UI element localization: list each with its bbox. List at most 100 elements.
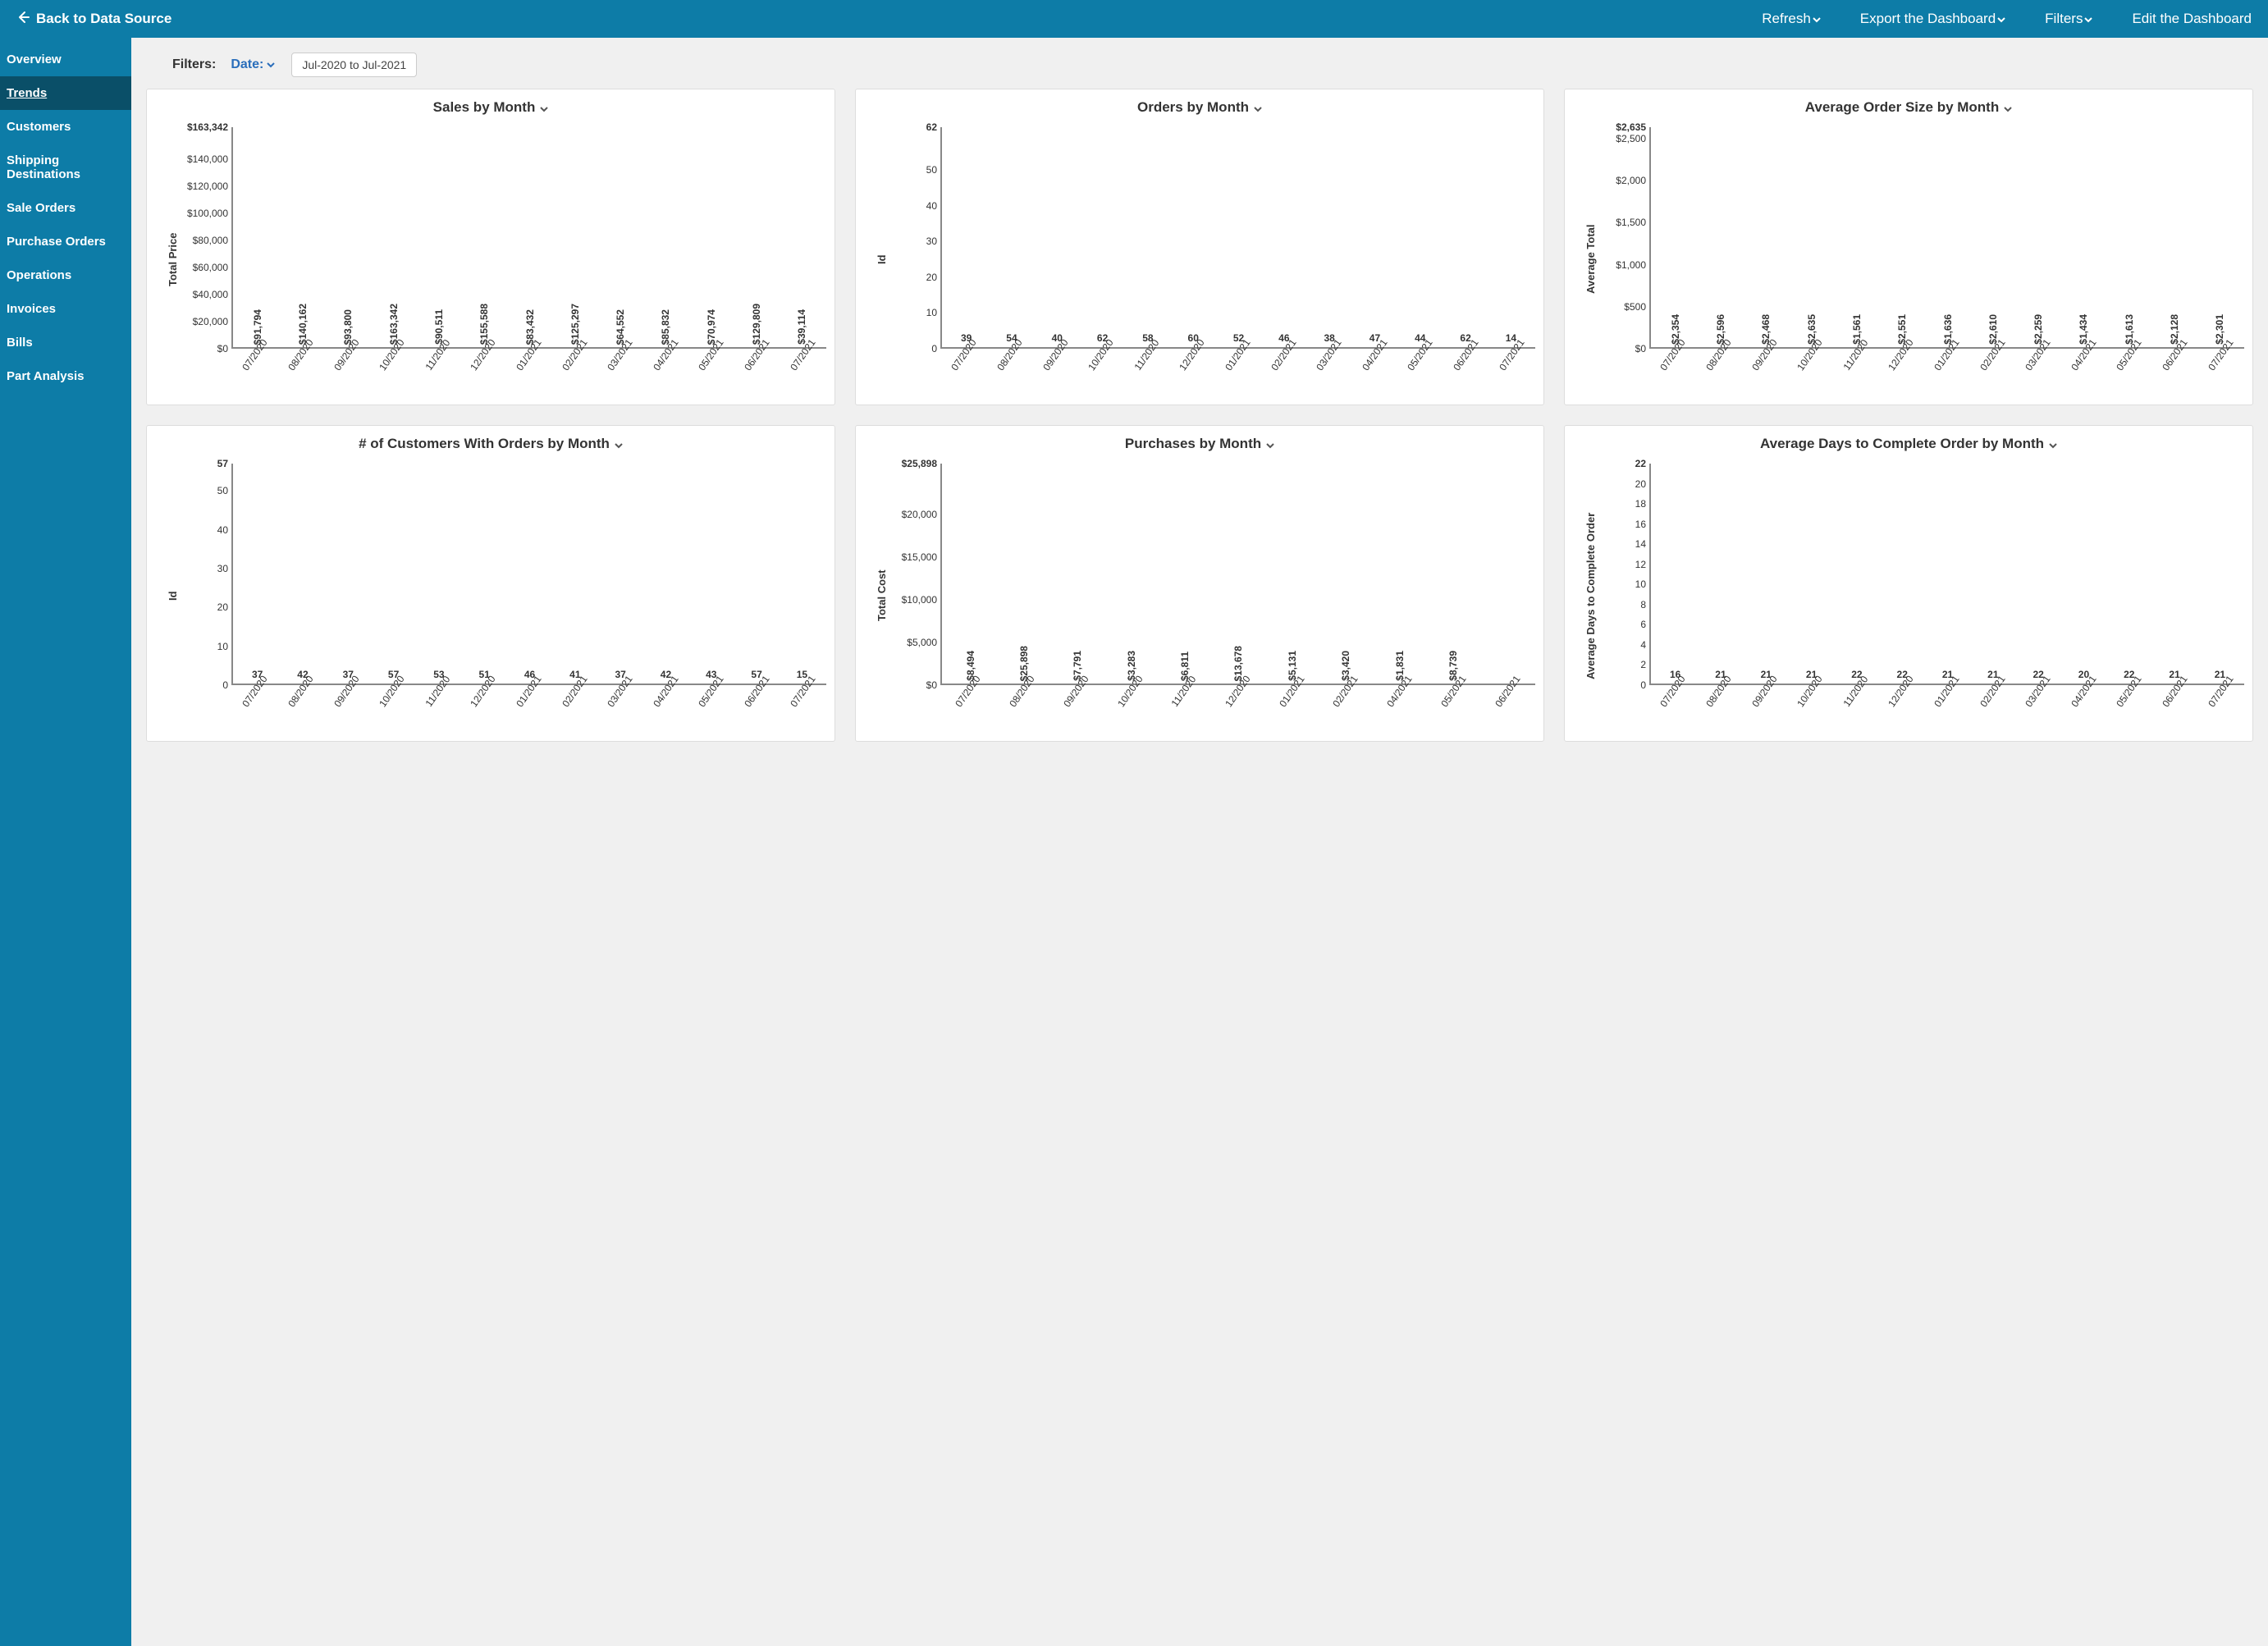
bar[interactable]: $129,809	[734, 304, 779, 347]
x-tick: 02/2021	[1341, 688, 1378, 714]
bar[interactable]: $2,610	[1970, 314, 2015, 347]
sidebar-item-purchase-orders[interactable]: Purchase Orders	[0, 225, 131, 258]
y-axis: 0102030405062	[888, 124, 940, 395]
y-tick: $2,635	[1616, 121, 1646, 133]
x-tick: 07/2020	[1668, 688, 1705, 714]
y-tick: 2	[1640, 659, 1646, 670]
x-tick: 09/2020	[341, 351, 378, 377]
sidebar-item-shipping-destinations[interactable]: Shipping Destinations	[0, 144, 131, 191]
x-tick: 07/2020	[1668, 351, 1705, 377]
chart-title-label: Purchases by Month	[1125, 436, 1261, 451]
chart-card-orders_by_month: Orders by MonthId01020304050623954406258…	[855, 89, 1544, 405]
sidebar-item-overview[interactable]: Overview	[0, 43, 131, 76]
bar[interactable]: $85,832	[643, 309, 688, 347]
chart-title[interactable]: Average Order Size by Month	[1573, 99, 2244, 116]
topbar-action-filters[interactable]: Filters	[2045, 11, 2092, 27]
topbar-action-edit-the-dashboard[interactable]: Edit the Dashboard	[2132, 11, 2252, 27]
x-tick: 09/2020	[1759, 688, 1796, 714]
bar[interactable]: $39,114	[780, 309, 825, 347]
bars: $91,794$140,162$93,800$163,342$90,511$15…	[233, 127, 826, 347]
bar[interactable]: $125,297	[552, 304, 597, 347]
back-to-data-source[interactable]: Back to Data Source	[16, 11, 171, 28]
chart-title-label: Sales by Month	[433, 99, 536, 115]
x-tick: 04/2021	[1395, 688, 1432, 714]
topbar-action-export-the-dashboard[interactable]: Export the Dashboard	[1860, 11, 2005, 27]
chart-title[interactable]: Orders by Month	[864, 99, 1535, 116]
chart-body: Id01020304050623954406258605246384744621…	[864, 124, 1535, 395]
charts-grid: Sales by MonthTotal Price$0$20,000$40,00…	[146, 89, 2253, 742]
bar[interactable]: $8,739	[1426, 651, 1479, 684]
y-tick: 40	[926, 200, 937, 212]
sidebar-item-customers[interactable]: Customers	[0, 110, 131, 144]
chart-title[interactable]: # of Customers With Orders by Month	[155, 436, 826, 452]
x-tick: 01/2021	[1233, 351, 1270, 377]
bar[interactable]: $2,128	[2151, 314, 2197, 347]
x-tick: 09/2020	[1072, 688, 1109, 714]
chart-title[interactable]: Purchases by Month	[864, 436, 1535, 452]
chart-title[interactable]: Sales by Month	[155, 99, 826, 116]
x-tick: 02/2021	[1987, 688, 2024, 714]
y-axis: 0246810121416182022	[1597, 460, 1649, 731]
y-tick: $60,000	[193, 262, 228, 273]
sidebar-item-trends[interactable]: Trends	[0, 76, 131, 110]
x-tick: 03/2021	[1324, 351, 1361, 377]
sidebar-item-sale-orders[interactable]: Sale Orders	[0, 191, 131, 225]
x-tick: 02/2021	[569, 351, 606, 377]
y-tick: $163,342	[187, 121, 228, 133]
bars: 16212121222221212220222121	[1651, 464, 2244, 684]
chart-title[interactable]: Average Days to Complete Order by Month	[1573, 436, 2244, 452]
bar[interactable]: $1,831	[1373, 651, 1426, 684]
y-tick: $120,000	[187, 181, 228, 192]
y-axis-label: Average Days to Complete Order	[1583, 460, 1597, 731]
caret-down-icon	[615, 439, 623, 450]
x-tick: 08/2020	[296, 351, 333, 377]
x-tick: 09/2020	[1759, 351, 1796, 377]
y-tick: 6	[1640, 619, 1646, 630]
sidebar-item-invoices[interactable]: Invoices	[0, 292, 131, 326]
bar[interactable]: $13,678	[1212, 646, 1265, 684]
topbar-action-refresh[interactable]: Refresh	[1762, 11, 1821, 27]
x-tick: 11/2020	[1179, 688, 1216, 714]
chart-card-avg_order_size: Average Order Size by MonthAverage Total…	[1564, 89, 2253, 405]
filter-date-label: Date:	[231, 57, 263, 72]
bars: $8,494$25,898$7,791$3,283$6,811$13,678$5…	[942, 464, 1535, 684]
x-tick: 08/2020	[296, 688, 333, 714]
x-tick: 01/2021	[1942, 351, 1979, 377]
bar[interactable]: $5,131	[1265, 651, 1319, 684]
x-tick: 07/2020	[959, 351, 996, 377]
caret-down-icon	[1813, 11, 1821, 27]
bar[interactable]: $64,552	[598, 309, 643, 347]
bars: 37423757535146413742435715	[233, 464, 826, 684]
x-tick: 12/2020	[1896, 351, 1933, 377]
x-tick: 10/2020	[1125, 688, 1162, 714]
sidebar-item-bills[interactable]: Bills	[0, 326, 131, 359]
x-tick: 07/2021	[798, 688, 834, 714]
y-tick: 10	[1635, 578, 1646, 590]
bar[interactable]: $1,434	[2061, 314, 2106, 347]
y-tick: 30	[926, 235, 937, 247]
back-label: Back to Data Source	[36, 11, 171, 27]
y-tick: 20	[217, 601, 228, 613]
x-tick: 01/2021	[1942, 688, 1979, 714]
x-tick: 05/2021	[706, 688, 743, 714]
sidebar-item-operations[interactable]: Operations	[0, 258, 131, 292]
bar[interactable]: $70,974	[688, 309, 734, 347]
bar[interactable]: $1,613	[2106, 314, 2151, 347]
bar[interactable]: $83,432	[507, 309, 552, 347]
x-tick: 11/2020	[1850, 688, 1887, 714]
x-axis: 07/202008/202009/202010/202011/202012/20…	[1651, 685, 2244, 729]
y-axis: $0$5,000$10,000$15,000$20,000$25,898	[888, 460, 940, 731]
caret-down-icon	[2004, 103, 2012, 114]
filter-date[interactable]: Date:	[231, 57, 275, 72]
filters-row: Filters: Date: Jul-2020 to Jul-2021	[146, 46, 2253, 89]
filter-date-range[interactable]: Jul-2020 to Jul-2021	[291, 53, 417, 77]
x-axis: 07/202008/202009/202010/202011/202012/20…	[233, 685, 826, 729]
y-tick: 0	[931, 343, 937, 354]
bars: 39544062586052463847446214	[942, 127, 1535, 347]
sidebar-item-part-analysis[interactable]: Part Analysis	[0, 359, 131, 393]
x-tick: 06/2021	[752, 351, 789, 377]
y-tick: 4	[1640, 639, 1646, 651]
x-tick: 04/2021	[661, 351, 697, 377]
bar[interactable]: $155,588	[462, 304, 507, 347]
bar[interactable]: $2,301	[2197, 314, 2243, 347]
